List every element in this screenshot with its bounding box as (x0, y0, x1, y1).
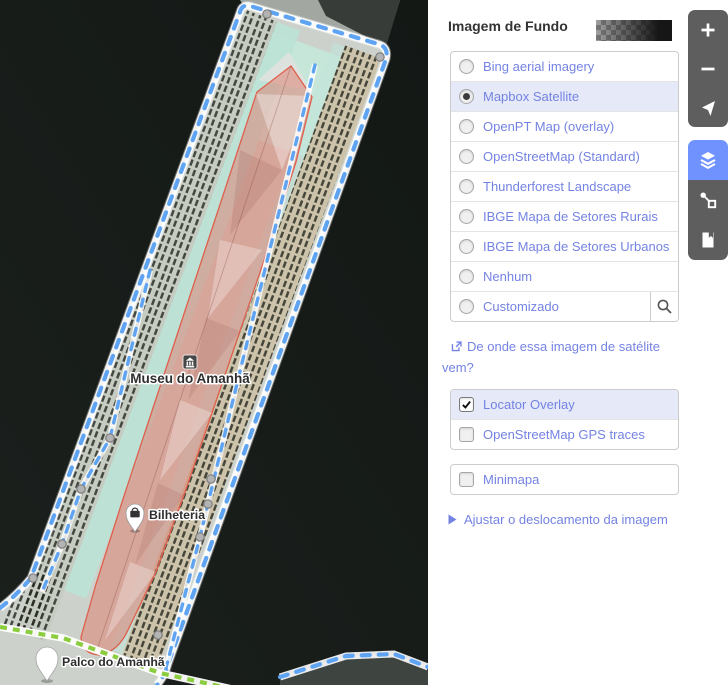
layer-label: Bing aerial imagery (483, 59, 594, 74)
zoom-out-icon (698, 59, 718, 79)
map-svg: Museu do Amanhã Bilheteria Palco do Aman… (0, 0, 428, 685)
layer-option-custom[interactable]: Customizado (451, 291, 678, 321)
layer-option-ibge-urbanos[interactable]: IBGE Mapa de Setores Urbanos (451, 231, 678, 261)
radio-icon[interactable] (459, 149, 474, 164)
bilheteria-label: Bilheteria (149, 508, 205, 522)
panel-controls (688, 140, 728, 260)
checkbox-checked-icon[interactable] (459, 397, 474, 412)
overlay-list: Locator Overlay OpenStreetMap GPS traces (450, 389, 679, 450)
panel-title: Imagem de Fundo (448, 18, 728, 34)
imagery-source-link-text: De onde essa imagem de satélite vem? (442, 339, 660, 375)
overlay-option-gps-traces[interactable]: OpenStreetMap GPS traces (451, 419, 678, 449)
help-icon (698, 230, 718, 250)
layer-label: Nenhum (483, 269, 532, 284)
checkbox-icon[interactable] (459, 427, 474, 442)
custom-layer-search-button[interactable] (650, 292, 678, 321)
overlay-option-locator[interactable]: Locator Overlay (451, 390, 678, 419)
background-settings-button[interactable] (688, 140, 728, 180)
layer-list: Bing aerial imagery Mapbox Satellite Ope… (450, 51, 679, 322)
layer-label: IBGE Mapa de Setores Rurais (483, 209, 658, 224)
layer-option-mapbox-satellite[interactable]: Mapbox Satellite (451, 81, 678, 111)
radio-icon[interactable] (459, 299, 474, 314)
radio-icon[interactable] (459, 59, 474, 74)
check-icon (461, 399, 472, 410)
layers-icon (698, 150, 718, 170)
layer-label: Customizado (483, 299, 559, 314)
minimap-label: Minimapa (483, 472, 539, 487)
layer-option-osm-standard[interactable]: OpenStreetMap (Standard) (451, 141, 678, 171)
map-data-icon (698, 190, 718, 210)
museum-label: Museu do Amanhã (130, 371, 250, 386)
geolocate-button[interactable] (688, 88, 728, 127)
layer-label: OpenPT Map (overlay) (483, 119, 614, 134)
radio-icon[interactable] (459, 239, 474, 254)
geolocate-icon (698, 98, 718, 118)
overlay-label: OpenStreetMap GPS traces (483, 427, 645, 442)
layer-label: OpenStreetMap (Standard) (483, 149, 640, 164)
layer-label: Thunderforest Landscape (483, 179, 631, 194)
search-icon (656, 298, 673, 315)
zoom-in-icon (698, 20, 718, 40)
layer-option-none[interactable]: Nenhum (451, 261, 678, 291)
layer-option-ibge-rurais[interactable]: IBGE Mapa de Setores Rurais (451, 201, 678, 231)
layer-label: Mapbox Satellite (483, 89, 579, 104)
layer-label: IBGE Mapa de Setores Urbanos (483, 239, 669, 254)
zoom-out-button[interactable] (688, 49, 728, 88)
adjust-imagery-offset-link[interactable]: Ajustar o deslocamento da imagem (448, 512, 728, 527)
layer-option-thunderforest[interactable]: Thunderforest Landscape (451, 171, 678, 201)
layer-option-openpt[interactable]: OpenPT Map (overlay) (451, 111, 678, 141)
help-button[interactable] (688, 220, 728, 260)
overlay-label: Locator Overlay (483, 397, 575, 412)
zoom-in-button[interactable] (688, 10, 728, 49)
minimap-toggle[interactable]: Minimapa (451, 465, 678, 494)
background-panel: Imagem de Fundo Bing aerial imagery Mapb… (428, 0, 728, 685)
radio-checked-icon[interactable] (459, 89, 474, 104)
checkbox-icon[interactable] (459, 472, 474, 487)
external-link-icon (450, 339, 463, 358)
imagery-source-link[interactable]: De onde essa imagem de satélite vem? (442, 337, 676, 377)
radio-icon[interactable] (459, 119, 474, 134)
opacity-slider[interactable] (596, 20, 672, 41)
minimap-box: Minimapa (450, 464, 679, 495)
layer-option-bing[interactable]: Bing aerial imagery (451, 52, 678, 81)
radio-icon[interactable] (459, 269, 474, 284)
map-data-button[interactable] (688, 180, 728, 220)
radio-icon[interactable] (459, 209, 474, 224)
zoom-controls (688, 10, 728, 127)
disclosure-triangle-icon (448, 514, 457, 525)
palco-label: Palco do Amanhã (62, 655, 165, 669)
map-canvas[interactable]: Museu do Amanhã Bilheteria Palco do Aman… (0, 0, 428, 685)
radio-icon[interactable] (459, 179, 474, 194)
adjust-imagery-offset-text: Ajustar o deslocamento da imagem (464, 512, 668, 527)
